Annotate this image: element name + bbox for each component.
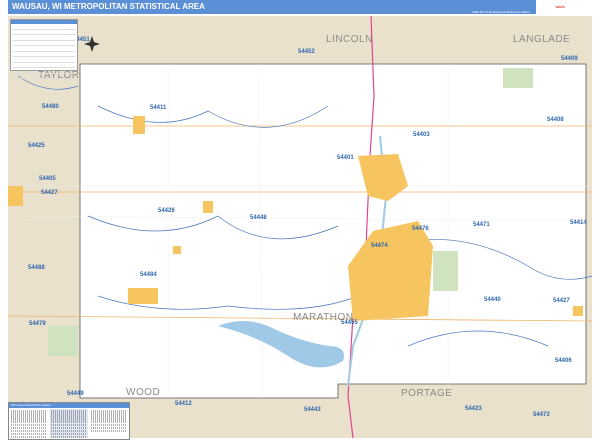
zip-label: 54427 xyxy=(41,190,58,196)
zip-label: 54408 xyxy=(547,117,564,123)
zip-label: 54471 xyxy=(473,222,490,228)
zip-label: 54476 xyxy=(412,226,429,232)
zip-label: 54409 xyxy=(561,56,578,62)
zip-label: 54479 xyxy=(29,321,46,327)
index-title: ZIP Code Index/Grid Location xyxy=(9,403,129,408)
zip-label: 54443 xyxy=(304,407,321,413)
zip-label: 54423 xyxy=(465,406,482,412)
zip-label: 54448 xyxy=(250,215,267,221)
zip-label: 54452 xyxy=(298,49,315,55)
zip-label: 54425 xyxy=(28,143,45,149)
county-label: WOOD xyxy=(126,387,161,398)
county-label: PORTAGE xyxy=(401,388,453,399)
publisher-logo: MAPS xyxy=(536,0,592,14)
zip-label: 54484 xyxy=(140,272,157,278)
zip-label: 54406 xyxy=(555,358,572,364)
zip-label: 54474 xyxy=(371,243,388,249)
zip-label: 54411 xyxy=(150,105,167,111)
county-label: LINCOLN xyxy=(326,34,373,45)
zip-label: 54440 xyxy=(484,297,501,303)
zip-label: 54427 xyxy=(553,298,570,304)
zip-index-table: ZIP Code Index/Grid Location xyxy=(8,402,130,440)
zip-label: 54488 xyxy=(28,265,45,271)
map-legend xyxy=(10,19,78,79)
map-subtitle: 2020 ZIP Code Business Reference Edition xyxy=(472,10,530,14)
zip-label: 54426 xyxy=(158,208,175,214)
park xyxy=(433,251,458,291)
zip-label: 54480 xyxy=(42,104,59,110)
county-label: LANGLADE xyxy=(513,34,571,45)
zip-label: 54412 xyxy=(175,401,192,407)
map-title: WAUSAU, WI METROPOLITAN STATISTICAL AREA xyxy=(12,2,205,11)
zip-label: 54449 xyxy=(67,391,84,397)
title-bar: WAUSAU, WI METROPOLITAN STATISTICAL AREA… xyxy=(8,0,592,14)
zip-label: 54414 xyxy=(570,220,587,226)
zip-label: 54403 xyxy=(413,132,430,138)
map-canvas[interactable]: TAYLOR LINCOLN LANGLADE MARATHON WOOD PO… xyxy=(7,15,593,439)
zip-label: 54473 xyxy=(533,412,550,418)
zip-label: 54401 xyxy=(337,155,354,161)
legend-title xyxy=(11,20,77,24)
zip-label: 54405 xyxy=(39,176,56,182)
map-graphic xyxy=(7,15,593,439)
logo-text: MAPS xyxy=(556,5,565,9)
zip-label: 54455 xyxy=(341,320,358,326)
